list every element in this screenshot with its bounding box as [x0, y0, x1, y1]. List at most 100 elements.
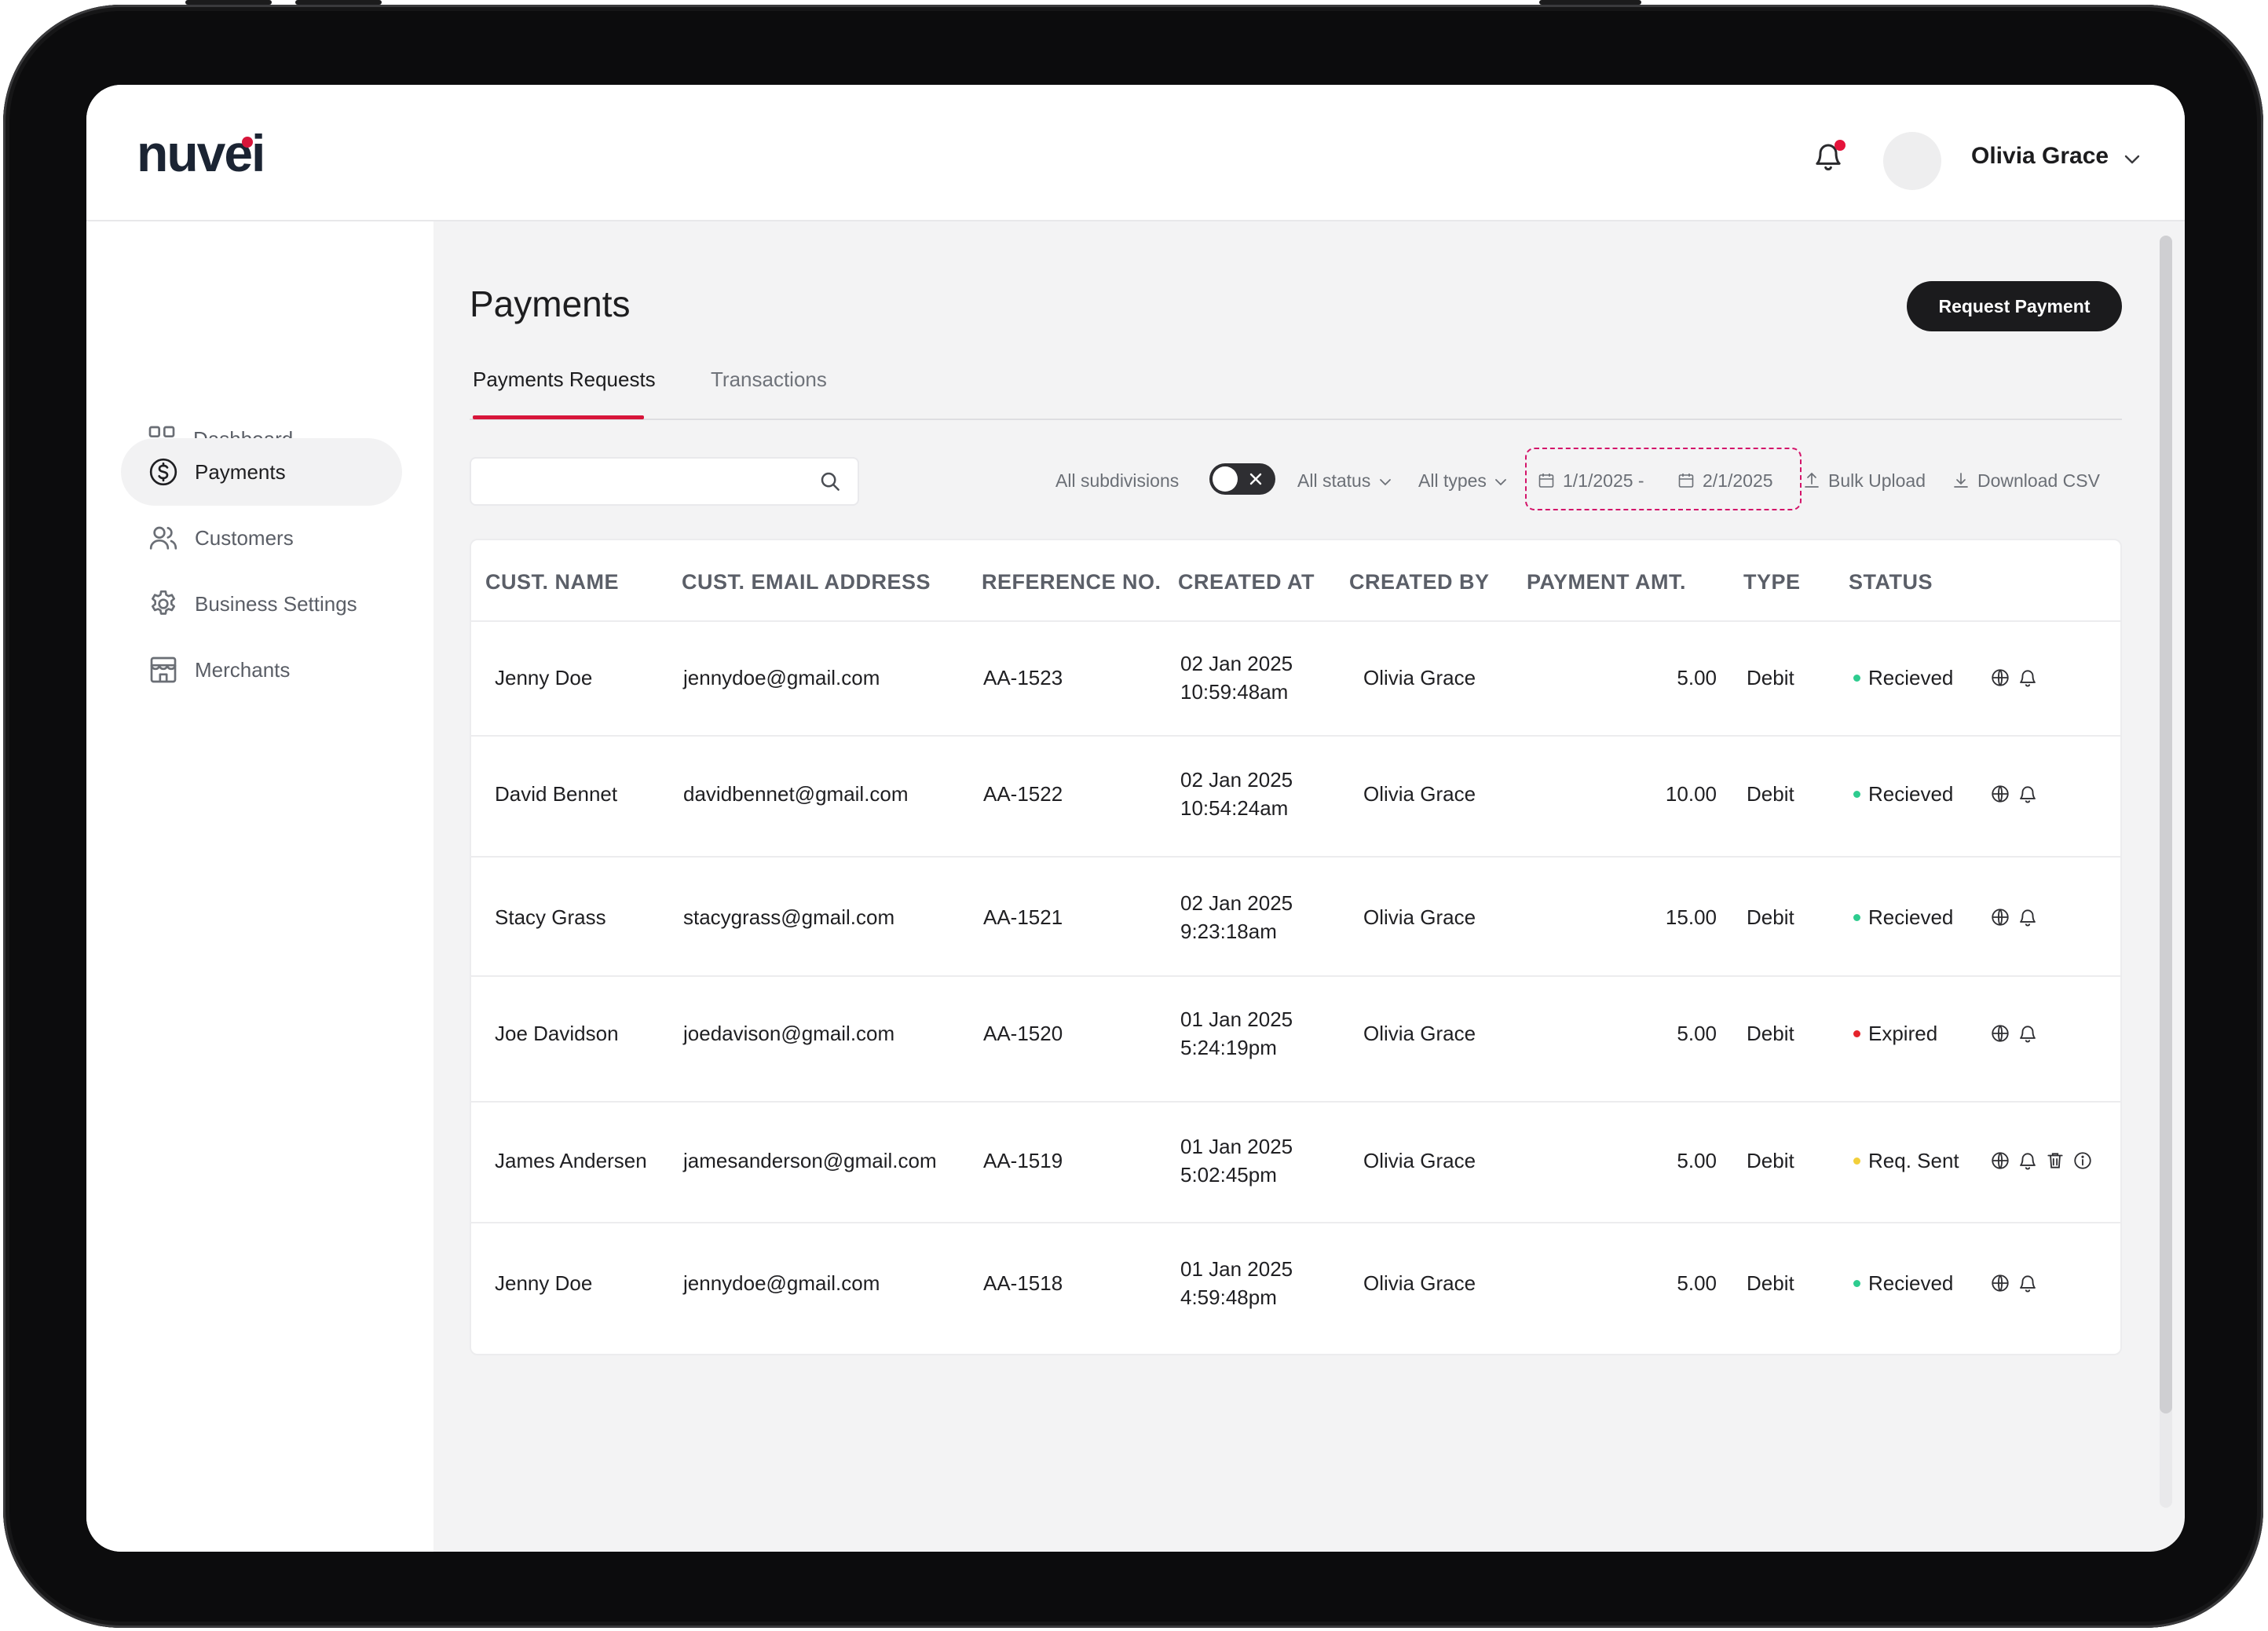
- bell-icon[interactable]: [2017, 784, 2038, 804]
- calendar-icon: [1538, 474, 1554, 488]
- sidebar-item-label: Merchants: [195, 657, 291, 682]
- sidebar-item-label: Payments: [195, 459, 286, 484]
- request-payment-button[interactable]: Request Payment: [1907, 281, 2122, 331]
- download-icon: [1954, 473, 1968, 488]
- cust-name: Jenny Doe: [495, 1271, 593, 1295]
- subdivisions-toggle[interactable]: [1209, 463, 1275, 495]
- sidebar: Dashboard Payments Customers Business: [86, 221, 433, 1552]
- payment-amount: 5.00: [1677, 1271, 1717, 1295]
- date-from[interactable]: 1/1/2025 -: [1538, 465, 1644, 496]
- globe-icon[interactable]: [1990, 667, 2010, 688]
- hardware-button: [295, 0, 382, 5]
- globe-icon[interactable]: [1990, 1150, 2010, 1171]
- cust-email[interactable]: jennydoe@gmail.com: [683, 666, 880, 690]
- reference-no: AA-1518: [983, 1271, 1063, 1295]
- column-header-reference[interactable]: REFERENCE NO.: [982, 570, 1161, 594]
- cust-name: Jenny Doe: [495, 666, 593, 689]
- bulk-upload-button[interactable]: Bulk Upload: [1803, 465, 1926, 496]
- reference-no: AA-1522: [983, 782, 1063, 806]
- status-badge: Recieved: [1853, 1271, 1953, 1296]
- globe-icon[interactable]: [1990, 1023, 2010, 1044]
- column-header-cust-name[interactable]: CUST. NAME: [485, 570, 619, 594]
- upload-icon: [1805, 472, 1819, 488]
- info-icon[interactable]: [2072, 1150, 2093, 1171]
- sidebar-item-label: Customers: [195, 525, 294, 550]
- created-time: 5:02:45pm: [1180, 1163, 1277, 1187]
- globe-icon[interactable]: [1990, 784, 2010, 804]
- globe-icon[interactable]: [1990, 1273, 2010, 1293]
- cust-email[interactable]: joedavison@gmail.com: [683, 1022, 894, 1046]
- bell-icon[interactable]: [2017, 1273, 2038, 1293]
- status-filter-label: All status: [1297, 470, 1371, 491]
- bell-icon[interactable]: [2017, 1150, 2038, 1171]
- created-time: 10:54:24am: [1180, 796, 1289, 820]
- cust-email[interactable]: jamesanderson@gmail.com: [683, 1149, 937, 1173]
- status-badge: Recieved: [1853, 905, 1953, 930]
- chevron-down-icon: [1379, 479, 1391, 486]
- status-badge: Expired: [1853, 1022, 1937, 1046]
- date-to-value: 2/1/2025: [1703, 470, 1773, 491]
- created-by: Olivia Grace: [1363, 782, 1476, 806]
- search-icon[interactable]: [818, 470, 842, 493]
- tab-transactions[interactable]: Transactions: [711, 368, 827, 392]
- column-header-created-at[interactable]: CREATED AT: [1178, 570, 1315, 594]
- created-date: 02 Jan 2025: [1180, 768, 1293, 792]
- status-text: Recieved: [1868, 666, 1954, 689]
- bell-icon[interactable]: [2017, 907, 2038, 927]
- created-by: Olivia Grace: [1363, 1271, 1476, 1295]
- status-dot: [1853, 1157, 1860, 1165]
- tab-payments-requests[interactable]: Payments Requests: [473, 368, 656, 392]
- hardware-button: [1539, 0, 1641, 5]
- cust-email[interactable]: davidbennet@gmail.com: [683, 782, 909, 806]
- column-header-email[interactable]: CUST. EMAIL ADDRESS: [682, 570, 931, 594]
- created-time: 4:59:48pm: [1180, 1285, 1277, 1309]
- trash-icon[interactable]: [2045, 1150, 2065, 1171]
- status-filter[interactable]: All status: [1297, 465, 1392, 496]
- reference-no: AA-1520: [983, 1022, 1063, 1045]
- search-input[interactable]: [470, 457, 859, 506]
- cust-email[interactable]: stacygrass@gmail.com: [683, 905, 894, 930]
- user-name[interactable]: Olivia Grace: [1971, 143, 2109, 170]
- download-csv-button[interactable]: Download CSV: [1952, 465, 2100, 496]
- payment-type: Debit: [1747, 1271, 1794, 1295]
- cust-email[interactable]: jennydoe@gmail.com: [683, 1271, 880, 1296]
- date-to[interactable]: 2/1/2025: [1677, 465, 1773, 496]
- cust-name: James Andersen: [495, 1149, 647, 1172]
- bell-icon[interactable]: [2017, 1023, 2038, 1044]
- column-header-status[interactable]: STATUS: [1849, 570, 1933, 594]
- date-from-value: 1/1/2025 -: [1563, 470, 1644, 491]
- column-header-type[interactable]: TYPE: [1743, 570, 1801, 594]
- chevron-down-icon[interactable]: [2124, 154, 2141, 165]
- sidebar-item-business-settings[interactable]: Business Settings: [121, 570, 402, 638]
- sidebar-item-customers[interactable]: Customers: [121, 504, 402, 572]
- globe-icon[interactable]: [1990, 907, 2010, 927]
- avatar[interactable]: [1883, 132, 1941, 190]
- scrollbar-thumb[interactable]: [2160, 236, 2172, 1413]
- payment-amount: 10.00: [1665, 782, 1717, 806]
- status-text: Recieved: [1868, 782, 1954, 806]
- column-header-payment-amt[interactable]: PAYMENT AMT.: [1527, 570, 1686, 594]
- payment-amount: 5.00: [1677, 1022, 1717, 1045]
- sidebar-item-label: Business Settings: [195, 591, 357, 616]
- reference-no: AA-1521: [983, 905, 1063, 929]
- bulk-upload-label: Bulk Upload: [1828, 470, 1926, 491]
- hardware-button: [185, 0, 272, 5]
- status-dot: [1853, 790, 1860, 798]
- users-icon: [149, 526, 177, 550]
- bell-icon[interactable]: [2017, 667, 2038, 688]
- created-time: 5:24:19pm: [1180, 1036, 1277, 1059]
- status-text: Recieved: [1868, 1271, 1954, 1295]
- top-header: nuvei Olivia Grace: [86, 85, 2185, 221]
- types-filter[interactable]: All types: [1418, 465, 1507, 496]
- column-header-created-by[interactable]: CREATED BY: [1349, 570, 1490, 594]
- payment-amount: 15.00: [1665, 905, 1717, 929]
- status-badge: Recieved: [1853, 666, 1953, 690]
- subdivisions-label: All subdivisions: [1055, 470, 1180, 491]
- sidebar-item-payments[interactable]: Payments: [121, 438, 402, 506]
- calendar-icon: [1678, 474, 1694, 488]
- payment-amount: 5.00: [1677, 1149, 1717, 1172]
- sidebar-item-merchants[interactable]: Merchants: [121, 636, 402, 704]
- cust-name: David Bennet: [495, 782, 618, 806]
- nuvei-logo[interactable]: nuvei: [137, 126, 265, 181]
- close-icon: [1249, 473, 1262, 485]
